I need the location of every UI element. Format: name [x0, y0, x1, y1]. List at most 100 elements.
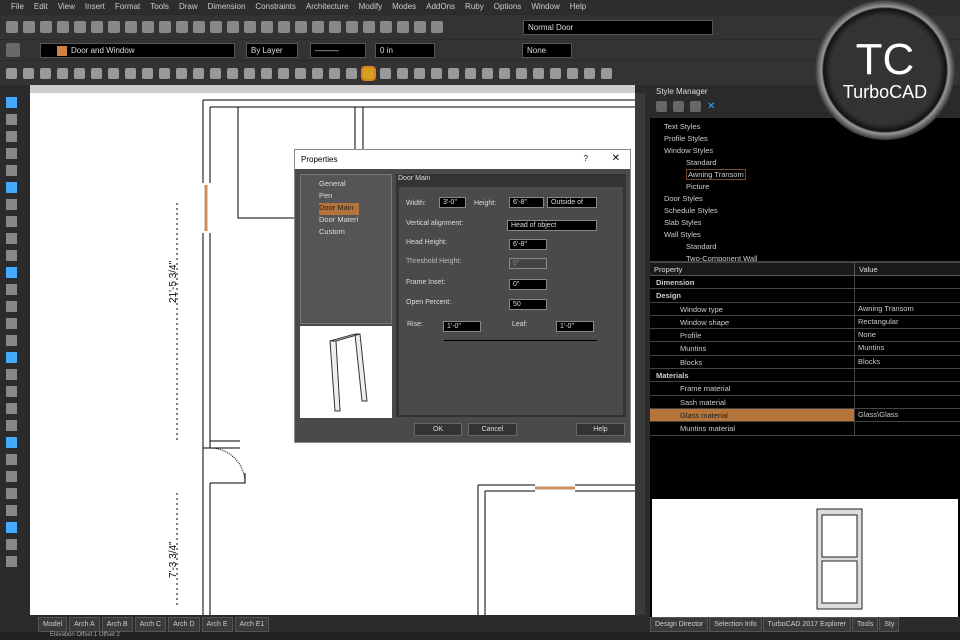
draw-tool-icon[interactable]	[5, 403, 17, 414]
menu-modes[interactable]: Modes	[387, 0, 421, 14]
arch-tool-icon[interactable]	[601, 67, 612, 79]
toolbar-tool-icon[interactable]	[431, 21, 443, 33]
arch-tool-icon[interactable]	[380, 67, 391, 79]
panel-tab[interactable]: Selection Info	[709, 617, 762, 632]
tab-arch-a[interactable]: Arch A	[69, 617, 100, 632]
tab-arch-e1[interactable]: Arch E1	[234, 617, 270, 632]
draw-tool-icon[interactable]	[5, 369, 17, 380]
menu-view[interactable]: View	[53, 0, 80, 14]
arch-tool-icon[interactable]	[397, 67, 408, 79]
toolbar-tool-icon[interactable]	[278, 21, 290, 33]
open-percent-field[interactable]: 50	[509, 299, 547, 310]
arch-tool-icon[interactable]	[210, 67, 221, 79]
toolbar-tool-icon[interactable]	[363, 21, 375, 33]
style-tree-item[interactable]: Wall Styles	[658, 230, 960, 242]
panel-tab[interactable]: Design Director	[650, 617, 709, 632]
value-column-header[interactable]: Value	[855, 263, 882, 275]
arch-tool-icon[interactable]	[74, 67, 85, 79]
layer-select[interactable]: Door and Window	[40, 42, 235, 58]
leaf-field[interactable]: 1'-0"	[556, 321, 594, 332]
arch-tool-icon[interactable]	[159, 67, 170, 79]
property-row[interactable]: Sash material	[650, 395, 960, 409]
property-row[interactable]: Blocks Blocks	[650, 355, 960, 370]
style-tree-item[interactable]: Awning Transom	[658, 169, 960, 182]
draw-tool-icon[interactable]	[5, 114, 17, 125]
tab-arch-d[interactable]: Arch D	[168, 617, 200, 632]
close-icon[interactable]: ✕	[612, 153, 620, 164]
draw-tool-icon[interactable]	[5, 233, 17, 244]
arch-tool-icon[interactable]	[125, 67, 136, 79]
line-style-select[interactable]: ———	[310, 42, 366, 58]
draw-tool-icon[interactable]	[5, 386, 17, 397]
toolbar-tool-icon[interactable]	[176, 21, 188, 33]
none-select[interactable]: None	[522, 42, 572, 58]
toolbar-tool-icon[interactable]	[159, 21, 171, 33]
style-tree-item[interactable]: Schedule Styles	[658, 206, 960, 218]
width-field[interactable]: 3'-0"	[439, 197, 466, 208]
menu-file[interactable]: File	[6, 0, 29, 14]
property-row[interactable]: Muntins Muntins	[650, 342, 960, 356]
tree-item-general[interactable]: General	[319, 179, 391, 191]
toolbar-tool-icon[interactable]	[227, 21, 239, 33]
property-row[interactable]: Design	[650, 289, 960, 303]
toolbar-tool-icon[interactable]	[57, 21, 69, 33]
tree-item-custom[interactable]: Custom	[319, 227, 391, 239]
toolbar-tool-icon[interactable]	[329, 21, 341, 33]
draw-tool-icon[interactable]	[5, 539, 17, 550]
property-row[interactable]: Window shape Rectangular	[650, 315, 960, 330]
panel-tab[interactable]: Tools	[852, 617, 879, 632]
toolbar-tool-icon[interactable]	[23, 21, 35, 33]
menu-draw[interactable]: Draw	[174, 0, 203, 14]
arch-tool-icon[interactable]	[227, 67, 238, 79]
arch-tool-icon[interactable]	[142, 67, 153, 79]
menu-architecture[interactable]: Architecture	[301, 0, 354, 14]
arch-tool-icon[interactable]	[550, 67, 561, 79]
arch-tool-icon[interactable]	[482, 67, 493, 79]
arch-tool-icon[interactable]	[23, 67, 34, 79]
draw-tool-icon[interactable]	[5, 148, 17, 159]
tab-arch-b[interactable]: Arch B	[101, 617, 133, 632]
style-tree-item[interactable]: Profile Styles	[658, 134, 960, 146]
tab-arch-e[interactable]: Arch E	[201, 617, 233, 632]
toolbar-tool-icon[interactable]	[40, 21, 52, 33]
property-row[interactable]: Glass material Glass\Glass	[650, 408, 960, 423]
draw-tool-icon[interactable]	[5, 488, 17, 499]
panel-tab[interactable]: TurboCAD 2017 Explorer	[762, 617, 852, 632]
properties-icon[interactable]	[673, 101, 684, 112]
arch-tool-icon[interactable]	[91, 67, 102, 79]
arch-tool-icon[interactable]	[414, 67, 425, 79]
style-tree-item[interactable]: Door Styles	[658, 194, 960, 206]
draw-tool-icon[interactable]	[5, 522, 17, 533]
property-column-header[interactable]: Property	[650, 263, 855, 275]
draw-tool-icon[interactable]	[5, 165, 17, 176]
style-tree-item[interactable]: Standard	[658, 242, 960, 254]
toolbar-tool-icon[interactable]	[295, 21, 307, 33]
arch-tool-icon[interactable]	[567, 67, 578, 79]
menu-options[interactable]: Options	[489, 0, 527, 14]
menu-window[interactable]: Window	[526, 0, 564, 14]
valign-select[interactable]: Head of object	[507, 220, 597, 231]
help-icon[interactable]: ?	[584, 154, 588, 163]
arch-tool-icon[interactable]	[176, 67, 187, 79]
arch-tool-icon[interactable]	[329, 67, 340, 79]
draw-tool-icon[interactable]	[5, 352, 17, 363]
toolbar-tool-icon[interactable]	[6, 21, 18, 33]
vertical-scrollbar[interactable]	[635, 93, 645, 615]
arch-tool-icon[interactable]	[346, 67, 357, 79]
draw-tool-icon[interactable]	[5, 131, 17, 142]
ok-button[interactable]: OK	[414, 423, 462, 436]
arch-tool-icon[interactable]	[533, 67, 544, 79]
menu-format[interactable]: Format	[110, 0, 145, 14]
frame-inset-field[interactable]: 0"	[509, 279, 547, 290]
draw-tool-icon[interactable]	[5, 250, 17, 261]
tree-item-door-materi[interactable]: Door Materi	[319, 215, 391, 227]
door-tool-icon[interactable]	[361, 65, 376, 81]
toolbar-tool-icon[interactable]	[312, 21, 324, 33]
toolbar-tool-icon[interactable]	[346, 21, 358, 33]
arch-tool-icon[interactable]	[6, 67, 17, 79]
help-button[interactable]: Help	[576, 423, 625, 436]
outside-select[interactable]: Outside of	[547, 197, 597, 208]
draw-tool-icon[interactable]	[5, 556, 17, 567]
property-row[interactable]: Window type Awning Transom	[650, 302, 960, 316]
draw-tool-icon[interactable]	[5, 471, 17, 482]
